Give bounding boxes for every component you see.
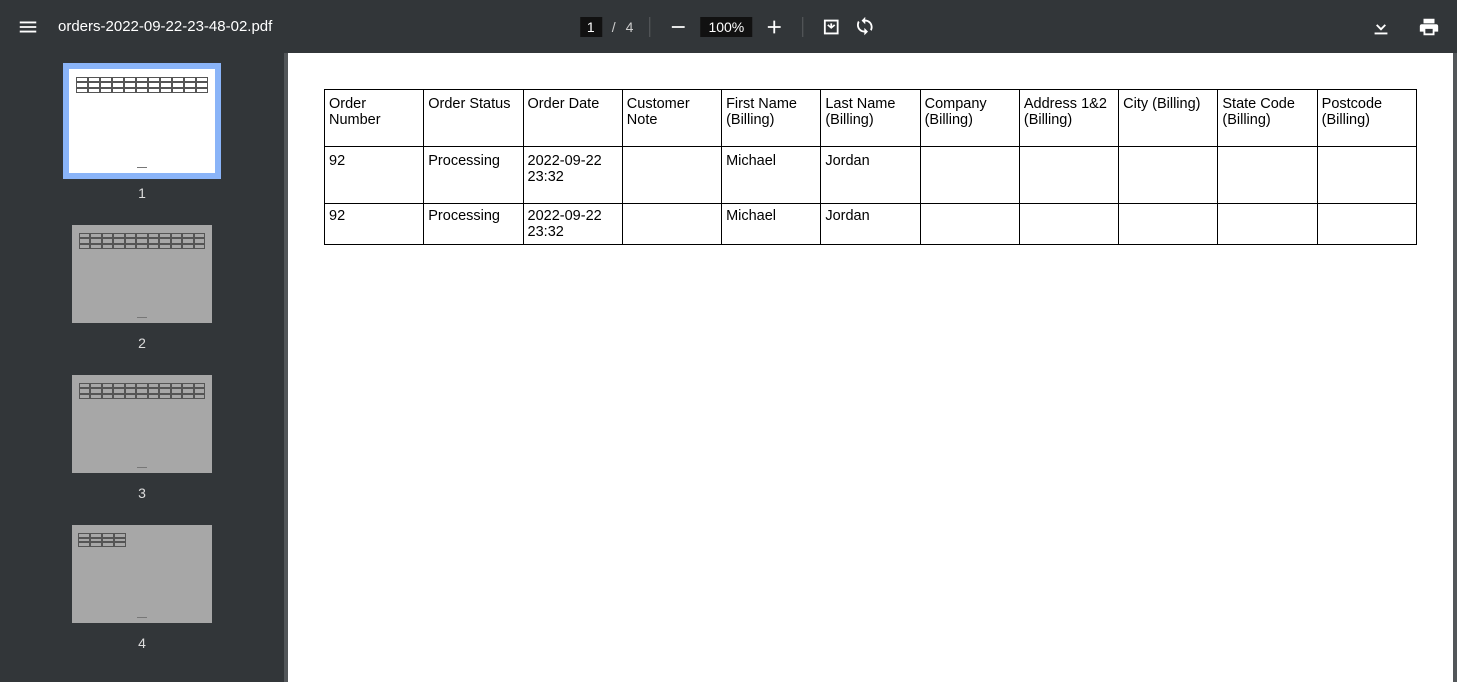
thumbnail-sidebar[interactable]: 1 2 3 4 [0, 53, 284, 682]
cell-order-number: 92 [325, 147, 424, 204]
cell-order-date: 2022-09-22 23:32 [523, 147, 622, 204]
table-header-row: Order Number Order Status Order Date Cus… [325, 90, 1417, 147]
thumbnail-preview[interactable] [72, 375, 212, 473]
orders-table: Order Number Order Status Order Date Cus… [324, 89, 1417, 245]
col-customer-note: Customer Note [622, 90, 721, 147]
col-city: City (Billing) [1119, 90, 1218, 147]
table-row: 92 Processing 2022-09-22 23:32 Michael J… [325, 147, 1417, 204]
page-number-input[interactable] [580, 17, 602, 37]
col-order-status: Order Status [424, 90, 523, 147]
zoom-out-icon[interactable] [666, 15, 690, 39]
cell-order-status: Processing [424, 204, 523, 245]
rotate-icon[interactable] [853, 15, 877, 39]
page-viewport[interactable]: Order Number Order Status Order Date Cus… [284, 53, 1457, 682]
cell-address [1019, 147, 1118, 204]
col-company: Company (Billing) [920, 90, 1019, 147]
cell-first-name: Michael [722, 204, 821, 245]
col-address: Address 1&2 (Billing) [1019, 90, 1118, 147]
col-postcode: Postcode (Billing) [1317, 90, 1416, 147]
page-separator: / [612, 19, 616, 35]
thumbnail-label: 1 [138, 185, 146, 201]
zoom-in-icon[interactable] [762, 15, 786, 39]
cell-city [1119, 204, 1218, 245]
thumbnail-preview[interactable] [69, 69, 215, 173]
document-title: orders-2022-09-22-23-48-02.pdf [58, 18, 272, 35]
cell-last-name: Jordan [821, 147, 920, 204]
toolbar-left: orders-2022-09-22-23-48-02.pdf [16, 15, 272, 39]
thumbnail[interactable]: 4 [72, 525, 212, 651]
cell-state-code [1218, 147, 1317, 204]
pdf-page: Order Number Order Status Order Date Cus… [288, 53, 1453, 682]
cell-order-status: Processing [424, 147, 523, 204]
toolbar-center: / 4 100% [580, 15, 878, 39]
main-area: 1 2 3 4 [0, 53, 1457, 682]
download-icon[interactable] [1369, 15, 1393, 39]
table-row: 92 Processing 2022-09-22 23:32 Michael J… [325, 204, 1417, 245]
cell-first-name: Michael [722, 147, 821, 204]
pdf-toolbar: orders-2022-09-22-23-48-02.pdf / 4 100% [0, 0, 1457, 53]
col-order-number: Order Number [325, 90, 424, 147]
toolbar-divider [802, 17, 803, 37]
toolbar-right [1369, 15, 1441, 39]
cell-order-date: 2022-09-22 23:32 [523, 204, 622, 245]
col-first-name: First Name (Billing) [722, 90, 821, 147]
cell-address [1019, 204, 1118, 245]
cell-last-name: Jordan [821, 204, 920, 245]
col-last-name: Last Name (Billing) [821, 90, 920, 147]
cell-city [1119, 147, 1218, 204]
thumbnail-label: 4 [138, 635, 146, 651]
cell-company [920, 147, 1019, 204]
cell-state-code [1218, 204, 1317, 245]
col-order-date: Order Date [523, 90, 622, 147]
toolbar-divider [649, 17, 650, 37]
page-total: 4 [626, 19, 634, 35]
thumbnail-label: 3 [138, 485, 146, 501]
cell-postcode [1317, 147, 1416, 204]
cell-company [920, 204, 1019, 245]
thumbnail-preview[interactable] [72, 225, 212, 323]
thumbnail[interactable]: 3 [72, 375, 212, 501]
print-icon[interactable] [1417, 15, 1441, 39]
menu-icon[interactable] [16, 15, 40, 39]
col-state-code: State Code (Billing) [1218, 90, 1317, 147]
cell-order-number: 92 [325, 204, 424, 245]
thumbnail-label: 2 [138, 335, 146, 351]
cell-customer-note [622, 147, 721, 204]
thumbnail-preview[interactable] [72, 525, 212, 623]
fit-page-icon[interactable] [819, 15, 843, 39]
cell-postcode [1317, 204, 1416, 245]
thumbnail[interactable]: 2 [72, 225, 212, 351]
zoom-level[interactable]: 100% [700, 17, 752, 37]
thumbnail[interactable]: 1 [69, 69, 215, 201]
cell-customer-note [622, 204, 721, 245]
